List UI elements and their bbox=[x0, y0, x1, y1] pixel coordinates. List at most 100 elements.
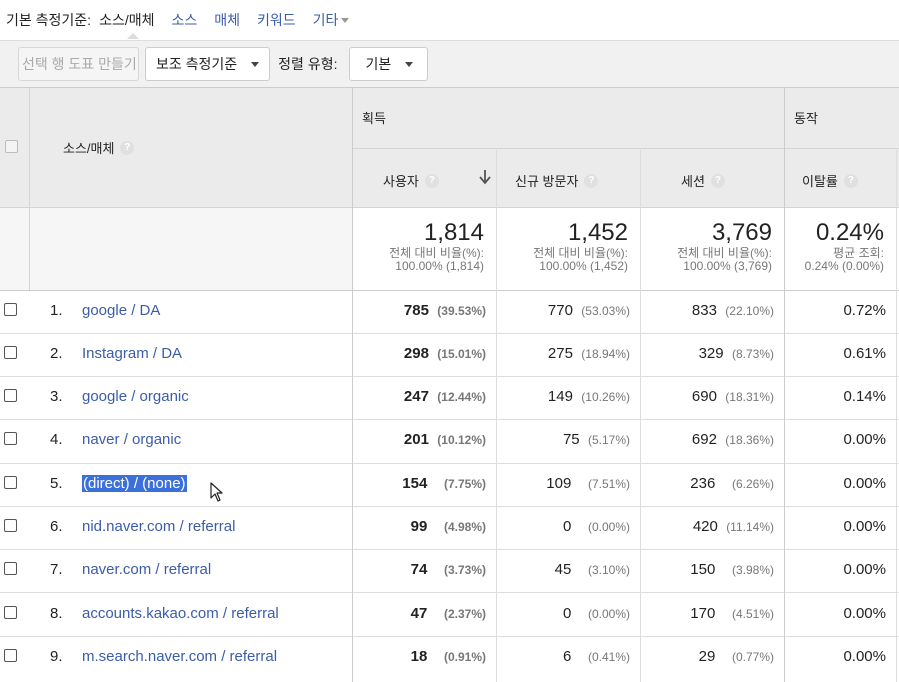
row-sessions: 833 (22.10%) bbox=[644, 302, 774, 319]
help-icon[interactable]: ? bbox=[120, 140, 135, 155]
dimension-more-dropdown[interactable]: 기타 bbox=[313, 10, 350, 30]
row-new-users-value: 6 bbox=[562, 648, 572, 665]
row-sessions-value: 692 bbox=[691, 431, 717, 448]
row-new-users-pct: (53.03%) bbox=[581, 304, 630, 318]
row-sessions-value: 329 bbox=[698, 345, 724, 362]
row-checkbox[interactable] bbox=[4, 562, 17, 575]
help-icon[interactable]: ? bbox=[424, 173, 439, 188]
row-checkbox[interactable] bbox=[4, 432, 17, 445]
divider bbox=[0, 207, 899, 208]
row-new-users-pct: (0.41%) bbox=[587, 650, 630, 664]
row-checkbox[interactable] bbox=[4, 519, 17, 532]
row-bounce-rate: 0.14% bbox=[843, 388, 886, 405]
divider bbox=[896, 148, 897, 682]
row-source-link[interactable]: nid.naver.com / referral bbox=[82, 518, 235, 535]
divider bbox=[0, 419, 899, 420]
row-users-pct: (3.73%) bbox=[443, 563, 486, 577]
row-bounce-rate: 0.00% bbox=[843, 431, 886, 448]
primary-dimension-bar: 기본 측정기준: 소스/매체 소스 매체 키워드 기타 bbox=[0, 0, 899, 40]
row-source-link[interactable]: m.search.naver.com / referral bbox=[82, 648, 277, 665]
row-sessions-value: 29 bbox=[698, 648, 716, 665]
row-users: 247 (12.44%) bbox=[356, 388, 486, 405]
row-checkbox[interactable] bbox=[4, 476, 17, 489]
help-icon[interactable]: ? bbox=[710, 173, 725, 188]
table-toolbar: 선택 행 도표 만들기 보조 측정기준 정렬 유형: 기본 bbox=[0, 40, 899, 87]
row-source-link[interactable]: naver.com / referral bbox=[82, 561, 211, 578]
row-users: 74 (3.73%) bbox=[356, 561, 486, 578]
sort-type-dropdown[interactable]: 기본 bbox=[349, 47, 429, 81]
row-source-link[interactable]: naver / organic bbox=[82, 431, 181, 448]
plot-rows-button[interactable]: 선택 행 도표 만들기 bbox=[18, 47, 139, 81]
row-checkbox[interactable] bbox=[4, 346, 17, 359]
row-bounce-rate: 0.00% bbox=[843, 648, 886, 665]
total-new-users-value: 1,452 bbox=[567, 219, 628, 246]
row-source-link[interactable]: google / organic bbox=[82, 388, 189, 405]
row-sessions: 329 (8.73%) bbox=[644, 345, 774, 362]
row-users-pct: (39.53%) bbox=[437, 304, 486, 318]
row-checkbox[interactable] bbox=[4, 649, 17, 662]
select-all-checkbox[interactable] bbox=[5, 140, 18, 153]
row-sessions-pct: (6.26%) bbox=[731, 477, 774, 491]
row-users: 18 (0.91%) bbox=[356, 648, 486, 665]
dimension-header[interactable]: 소스/매체 ? bbox=[63, 138, 135, 157]
row-bounce-rate: 0.00% bbox=[843, 605, 886, 622]
caret-down-icon bbox=[251, 61, 260, 67]
row-new-users: 275 (18.94%) bbox=[500, 345, 630, 362]
total-users-value: 1,814 bbox=[423, 219, 484, 246]
row-new-users-value: 75 bbox=[562, 431, 580, 448]
row-sessions: 420 (11.14%) bbox=[644, 518, 774, 535]
divider bbox=[29, 87, 30, 290]
divider bbox=[0, 376, 899, 377]
divider bbox=[353, 148, 899, 149]
help-icon[interactable]: ? bbox=[584, 173, 599, 188]
divider bbox=[0, 333, 899, 334]
totals-left-blank bbox=[30, 207, 352, 290]
total-users: 1,814 전체 대비 비율(%): 100.00% (1,814) bbox=[356, 219, 484, 273]
row-new-users-value: 0 bbox=[562, 605, 572, 622]
total-users-detail: 100.00% (1,814) bbox=[395, 259, 484, 273]
row-source-link[interactable]: accounts.kakao.com / referral bbox=[82, 605, 279, 622]
dimension-medium[interactable]: 매체 bbox=[214, 10, 240, 30]
row-new-users: 0 (0.00%) bbox=[500, 605, 630, 622]
row-new-users-value: 45 bbox=[554, 561, 572, 578]
row-source-link[interactable]: google / DA bbox=[82, 302, 160, 319]
row-sessions: 170 (4.51%) bbox=[644, 605, 774, 622]
row-users-value: 247 bbox=[403, 388, 429, 405]
row-new-users: 0 (0.00%) bbox=[500, 518, 630, 535]
row-users-value: 298 bbox=[403, 345, 429, 362]
row-checkbox[interactable] bbox=[4, 303, 17, 316]
row-users: 154 (7.75%) bbox=[356, 475, 486, 492]
row-checkbox[interactable] bbox=[4, 606, 17, 619]
row-sessions-pct: (0.77%) bbox=[731, 650, 774, 664]
column-header-sessions[interactable]: 세션 ? bbox=[681, 171, 725, 190]
row-sessions-value: 420 bbox=[692, 518, 718, 535]
secondary-dimension-label: 보조 측정기준 bbox=[156, 56, 238, 72]
dimension-source[interactable]: 소스 bbox=[171, 10, 197, 30]
row-users-pct: (2.37%) bbox=[443, 607, 486, 621]
sort-type-label: 정렬 유형: bbox=[278, 56, 338, 72]
row-new-users-value: 275 bbox=[547, 345, 573, 362]
help-icon[interactable]: ? bbox=[843, 173, 858, 188]
row-sessions: 692 (18.36%) bbox=[644, 431, 774, 448]
row-users-value: 99 bbox=[410, 518, 428, 535]
caret-down-icon bbox=[341, 17, 350, 23]
divider bbox=[0, 463, 899, 464]
row-users-pct: (12.44%) bbox=[437, 390, 486, 404]
row-bounce-rate: 0.61% bbox=[843, 345, 886, 362]
row-source-link[interactable]: Instagram / DA bbox=[82, 345, 182, 362]
row-checkbox[interactable] bbox=[4, 389, 17, 402]
column-header-users[interactable]: 사용자 ? bbox=[383, 171, 439, 190]
row-number: 2. bbox=[50, 345, 63, 362]
row-source-link[interactable]: (direct) / (none) bbox=[82, 475, 187, 492]
sort-desc-arrow-icon[interactable] bbox=[478, 169, 492, 185]
total-bounce-rate: 0.24% 평균 조회: 0.24% (0.00%) bbox=[788, 219, 884, 273]
column-header-bounce-rate[interactable]: 이탈률 ? bbox=[802, 171, 858, 190]
row-new-users-value: 149 bbox=[547, 388, 573, 405]
total-bounce-rate-detail: 0.24% (0.00%) bbox=[804, 259, 884, 273]
column-header-new-users[interactable]: 신규 방문자 ? bbox=[515, 171, 599, 190]
row-sessions-pct: (3.98%) bbox=[731, 563, 774, 577]
row-new-users: 770 (53.03%) bbox=[500, 302, 630, 319]
dimension-keyword[interactable]: 키워드 bbox=[257, 10, 296, 30]
row-new-users-pct: (18.94%) bbox=[581, 347, 630, 361]
secondary-dimension-dropdown[interactable]: 보조 측정기준 bbox=[145, 47, 271, 81]
